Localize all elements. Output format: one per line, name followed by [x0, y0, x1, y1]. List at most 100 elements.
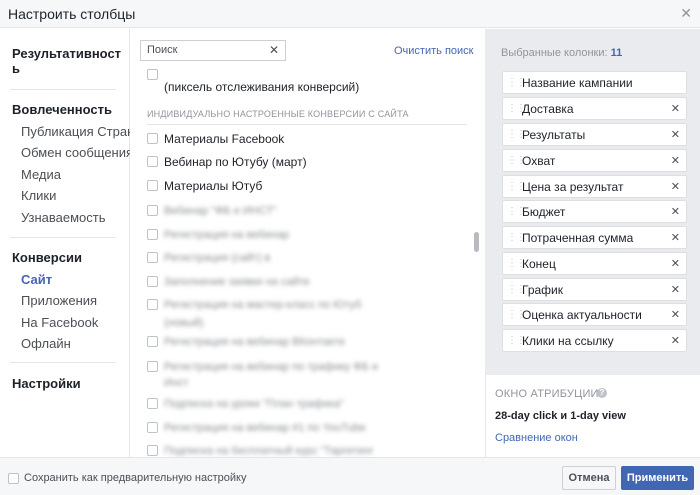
attribution-title: ОКНО АТРИБУЦИИ: [495, 388, 599, 400]
checkbox[interactable]: [147, 180, 158, 191]
selected-columns-label: Выбранные колонки: 11: [501, 47, 622, 59]
nav-settings[interactable]: Настройки: [12, 376, 81, 391]
selected-column-chip[interactable]: ⋮⋮ Клики на ссылку ✕: [502, 329, 687, 352]
nav-item-apps[interactable]: Приложения: [21, 293, 130, 308]
list-item-label: Регистрация на вебинар ВКонтакте: [164, 336, 346, 348]
list-scrollbar[interactable]: [474, 232, 479, 252]
checkbox[interactable]: [147, 229, 158, 240]
clear-icon[interactable]: ✕: [269, 43, 279, 57]
chip-label: Потраченная сумма: [522, 231, 634, 245]
checkbox[interactable]: [147, 422, 158, 433]
chip-label: Клики на ссылку: [522, 334, 614, 348]
selected-column-chip[interactable]: ⋮⋮ График ✕: [502, 278, 687, 301]
list-item-label: Вебинар по Ютубу (март): [164, 155, 307, 169]
chip-label: Результаты: [522, 128, 586, 142]
chip-label: Охват: [522, 154, 556, 168]
nav-item-offline[interactable]: Офлайн: [21, 336, 130, 351]
remove-icon[interactable]: ✕: [671, 154, 680, 167]
list-item-label: Регистрация на вебинар: [164, 229, 290, 241]
dialog-footer: Сохранить как предварительную настройку …: [0, 457, 700, 495]
remove-icon[interactable]: ✕: [671, 128, 680, 141]
remove-icon[interactable]: ✕: [671, 283, 680, 296]
remove-icon[interactable]: ✕: [671, 102, 680, 115]
list-item-label: Регистрация на вебинар #1 по YouTube: [164, 422, 366, 434]
checkbox[interactable]: [147, 445, 158, 456]
apply-button[interactable]: Применить: [621, 466, 694, 490]
list-item-label: (пиксель отслеживания конверсий): [164, 80, 360, 94]
list-item-label: Материалы Facebook: [164, 132, 285, 146]
save-preset-checkbox[interactable]: [8, 473, 19, 484]
checkbox[interactable]: [147, 398, 158, 409]
selected-column-chip[interactable]: ⋮⋮ Оценка актуальности ✕: [502, 303, 687, 326]
cancel-button[interactable]: Отмена: [562, 466, 616, 490]
nav-item-messaging[interactable]: Обмен сообщениям: [21, 145, 130, 160]
list-item-label: (новый): [164, 317, 204, 329]
section-heading: ИНДИВИДУАЛЬНО НАСТРОЕННЫЕ КОНВЕРСИИ С СА…: [147, 109, 409, 119]
selected-column-chip[interactable]: ⋮⋮ Название кампании: [502, 71, 687, 94]
remove-icon[interactable]: ✕: [671, 180, 680, 193]
nav-divider: [10, 89, 116, 90]
close-icon[interactable]: ✕: [680, 5, 692, 22]
info-icon[interactable]: ?: [597, 388, 607, 398]
list-item-label: Подписка на бесплатный курс "Таргетинг: [164, 445, 374, 457]
selected-column-chip[interactable]: ⋮⋮ Конец ✕: [502, 252, 687, 275]
nav-item-clicks[interactable]: Клики: [21, 188, 130, 203]
nav-conversions-title[interactable]: Конверсии: [12, 250, 82, 265]
checkbox[interactable]: [147, 336, 158, 347]
selected-column-chip[interactable]: ⋮⋮ Охват ✕: [502, 149, 687, 172]
list-item-label: Регистрация (сайт) в: [164, 252, 271, 264]
selected-column-chip[interactable]: ⋮⋮ Цена за результат ✕: [502, 175, 687, 198]
selected-column-chip[interactable]: ⋮⋮ Потраченная сумма ✕: [502, 226, 687, 249]
selected-label-text: Выбранные колонки:: [501, 47, 608, 59]
checkbox[interactable]: [147, 156, 158, 167]
columns-list-panel: Поиск ✕ Очистить поиск (пиксель отслежив…: [130, 29, 485, 457]
compare-windows-link[interactable]: Сравнение окон: [495, 432, 578, 444]
clear-search-link[interactable]: Очистить поиск: [394, 45, 473, 57]
list-item-label: Регистрация на мастер-класс по Ютуб: [164, 299, 362, 311]
dialog-title: Настроить столбцы: [8, 6, 136, 22]
list-item-label: Материалы Ютуб: [164, 179, 263, 193]
list-item-label: Подписка на уроки "План трафика": [164, 398, 344, 410]
chip-label: Оценка актуальности: [522, 308, 642, 322]
attribution-value: 28-day click и 1-day view: [495, 410, 626, 422]
remove-icon[interactable]: ✕: [671, 231, 680, 244]
checkbox[interactable]: [147, 299, 158, 310]
nav-item-on-facebook[interactable]: На Facebook: [21, 315, 130, 330]
nav-engagement-title[interactable]: Вовлеченность: [12, 102, 112, 117]
selected-count: 11: [610, 47, 623, 59]
selected-column-chip[interactable]: ⋮⋮ Результаты ✕: [502, 123, 687, 146]
nav-item-page-post[interactable]: Публикация Страни: [21, 124, 130, 139]
list-item-label: Регистрация на вебинар по трафику ФБ и: [164, 361, 379, 373]
search-input[interactable]: Поиск ✕: [140, 40, 286, 61]
nav-performance[interactable]: Результативност ь: [12, 46, 122, 76]
checkbox[interactable]: [147, 133, 158, 144]
list-item-label: Инст: [164, 377, 189, 389]
selected-column-chip[interactable]: ⋮⋮ Бюджет ✕: [502, 200, 687, 223]
nav-divider: [10, 362, 116, 363]
checkbox[interactable]: [147, 205, 158, 216]
nav-divider: [10, 237, 116, 238]
checkbox[interactable]: [147, 361, 158, 372]
selected-column-chip[interactable]: ⋮⋮ Доставка ✕: [502, 97, 687, 120]
attribution-window-panel: ОКНО АТРИБУЦИИ ? 28-day click и 1-day vi…: [485, 375, 700, 457]
save-preset-label[interactable]: Сохранить как предварительную настройку: [24, 472, 246, 484]
chip-label: График: [522, 283, 563, 297]
remove-icon[interactable]: ✕: [671, 334, 680, 347]
remove-icon[interactable]: ✕: [671, 205, 680, 218]
list-item-label: Вебинар "ФБ и ИНСТ": [164, 205, 277, 217]
nav-item-media[interactable]: Медиа: [21, 167, 130, 182]
remove-icon[interactable]: ✕: [671, 257, 680, 270]
chip-label: Бюджет: [522, 205, 566, 219]
section-divider: [147, 124, 467, 125]
checkbox[interactable]: [147, 276, 158, 287]
checkbox[interactable]: [147, 69, 158, 80]
chip-label: Цена за результат: [522, 180, 624, 194]
chip-label: Конец: [522, 257, 556, 271]
remove-icon[interactable]: ✕: [671, 308, 680, 321]
nav-item-awareness[interactable]: Узнаваемость: [21, 210, 130, 225]
nav-item-website[interactable]: Сайт: [21, 272, 130, 287]
checkbox[interactable]: [147, 252, 158, 263]
chip-label: Доставка: [522, 102, 574, 116]
dialog-header: Настроить столбцы ✕: [0, 0, 700, 28]
search-placeholder: Поиск: [147, 44, 178, 56]
